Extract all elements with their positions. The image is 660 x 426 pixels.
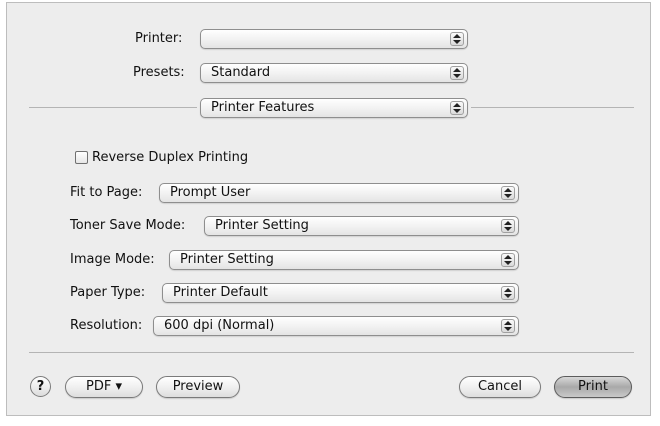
resolution-popup[interactable]: 600 dpi (Normal) xyxy=(153,316,519,336)
popup-arrows-icon xyxy=(450,32,464,46)
toner-save-mode-value: Printer Setting xyxy=(215,218,309,233)
reverse-duplex-label: Reverse Duplex Printing xyxy=(92,150,249,165)
section-separator-left xyxy=(29,107,197,108)
section-value: Printer Features xyxy=(211,100,315,115)
popup-arrows-icon xyxy=(501,286,515,300)
toner-save-mode-popup[interactable]: Printer Setting xyxy=(204,216,519,236)
fit-to-page-popup[interactable]: Prompt User xyxy=(159,183,519,203)
presets-value: Standard xyxy=(211,65,271,80)
print-dialog: Printer: Presets: Standard Printer Featu… xyxy=(6,2,651,416)
presets-popup[interactable]: Standard xyxy=(200,63,468,83)
image-mode-label: Image Mode: xyxy=(70,252,155,267)
image-mode-popup[interactable]: Printer Setting xyxy=(169,250,519,270)
print-button[interactable]: Print xyxy=(554,376,632,398)
pdf-button[interactable]: PDF ▾ xyxy=(65,376,143,398)
resolution-label: Resolution: xyxy=(70,318,143,333)
bottom-separator xyxy=(29,352,634,353)
paper-type-popup[interactable]: Printer Default xyxy=(162,283,519,303)
popup-arrows-icon xyxy=(450,101,464,115)
resolution-value: 600 dpi (Normal) xyxy=(164,318,275,333)
image-mode-value: Printer Setting xyxy=(180,252,274,267)
popup-arrows-icon xyxy=(501,219,515,233)
paper-type-label: Paper Type: xyxy=(70,285,146,300)
popup-arrows-icon xyxy=(450,66,464,80)
section-separator-right xyxy=(471,107,634,108)
toner-save-mode-label: Toner Save Mode: xyxy=(70,218,186,233)
preview-button[interactable]: Preview xyxy=(156,376,240,398)
presets-label: Presets: xyxy=(133,65,185,80)
fit-to-page-label: Fit to Page: xyxy=(70,185,143,200)
printer-label: Printer: xyxy=(135,31,183,46)
fit-to-page-value: Prompt User xyxy=(170,185,251,200)
section-popup[interactable]: Printer Features xyxy=(200,98,468,118)
popup-arrows-icon xyxy=(501,253,515,267)
paper-type-value: Printer Default xyxy=(173,285,268,300)
popup-arrows-icon xyxy=(501,319,515,333)
printer-popup[interactable] xyxy=(200,29,468,49)
cancel-button[interactable]: Cancel xyxy=(459,376,541,398)
popup-arrows-icon xyxy=(501,186,515,200)
reverse-duplex-checkbox[interactable] xyxy=(75,151,88,164)
help-button[interactable]: ? xyxy=(30,376,51,397)
